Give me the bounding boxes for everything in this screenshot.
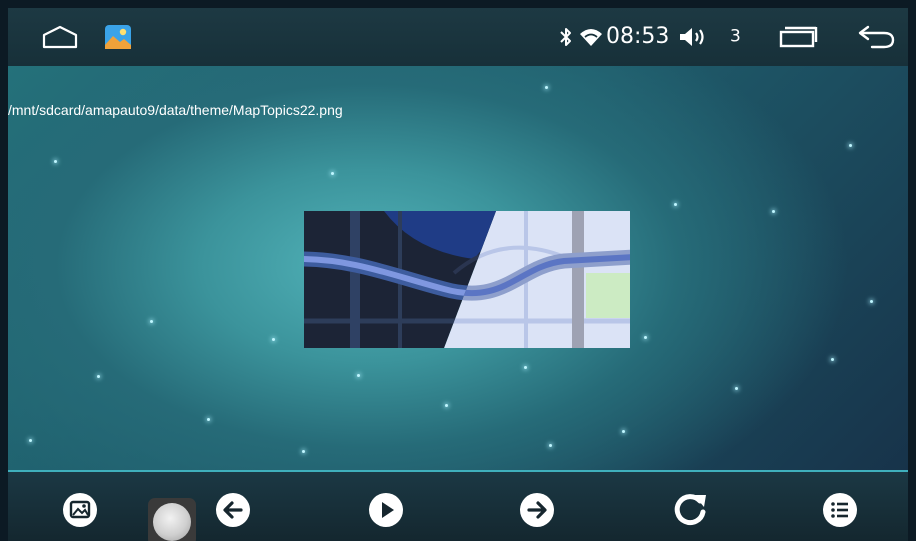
- home-button[interactable]: [40, 24, 80, 50]
- bluetooth-indicator: [559, 26, 573, 48]
- wallpaper-star: [54, 160, 57, 163]
- recent-apps-icon: [779, 26, 818, 48]
- map-theme-preview-image[interactable]: [304, 211, 630, 348]
- clock-time: 08:53: [606, 24, 670, 49]
- home-icon: [42, 25, 78, 49]
- gallery-app-icon: [105, 25, 131, 49]
- next-image-button[interactable]: [517, 490, 557, 530]
- wallpaper-star: [302, 450, 305, 453]
- wallpaper-star: [772, 210, 775, 213]
- wallpaper-star: [207, 418, 210, 421]
- slideshow-play-button[interactable]: [366, 490, 406, 530]
- volume-indicator[interactable]: [678, 25, 708, 49]
- next-icon: [520, 493, 554, 527]
- image-viewer-area[interactable]: /mnt/sdcard/amapauto9/data/theme/MapTopi…: [8, 66, 908, 470]
- volume-level: 3: [730, 26, 741, 47]
- wallpaper-star: [870, 300, 873, 303]
- gallery-app-shortcut[interactable]: [104, 24, 132, 50]
- assistive-ball-icon: [153, 503, 191, 541]
- wallpaper-star: [674, 203, 677, 206]
- previous-image-button[interactable]: [213, 490, 253, 530]
- file-path-label: /mnt/sdcard/amapauto9/data/theme/MapTopi…: [8, 102, 343, 118]
- wallpaper-star: [549, 444, 552, 447]
- back-button[interactable]: [856, 24, 896, 50]
- volume-icon: [680, 28, 704, 46]
- list-icon: [823, 493, 857, 527]
- wifi-icon: [580, 29, 602, 46]
- wallpaper-star: [445, 404, 448, 407]
- wallpaper-star: [331, 172, 334, 175]
- wallpaper-star: [831, 358, 834, 361]
- gallery-icon: [63, 493, 97, 527]
- wallpaper-star: [272, 338, 275, 341]
- wallpaper-star: [622, 430, 625, 433]
- wallpaper-star: [150, 320, 153, 323]
- rotate-button[interactable]: [670, 490, 710, 530]
- control-bar: [8, 470, 908, 541]
- play-icon: [369, 493, 403, 527]
- wallpaper-star: [545, 86, 548, 89]
- wallpaper-star: [357, 374, 360, 377]
- wifi-indicator: [579, 26, 603, 48]
- recent-apps-button[interactable]: [778, 25, 818, 49]
- floating-assistive-ball[interactable]: [148, 498, 196, 541]
- bluetooth-icon: [560, 28, 571, 46]
- back-icon: [858, 25, 895, 49]
- rotate-icon: [674, 494, 706, 526]
- screen: 08:53 3 /mnt/sdcard/amapauto9/data/theme…: [0, 0, 916, 541]
- previous-icon: [216, 493, 250, 527]
- wallpaper-star: [849, 144, 852, 147]
- wallpaper-star: [29, 439, 32, 442]
- wallpaper-star: [644, 336, 647, 339]
- wallpaper-star: [524, 366, 527, 369]
- image-list-button[interactable]: [820, 490, 860, 530]
- wallpaper-star: [735, 387, 738, 390]
- status-bar: 08:53 3: [8, 8, 908, 66]
- wallpaper-star: [97, 375, 100, 378]
- gallery-button[interactable]: [60, 490, 100, 530]
